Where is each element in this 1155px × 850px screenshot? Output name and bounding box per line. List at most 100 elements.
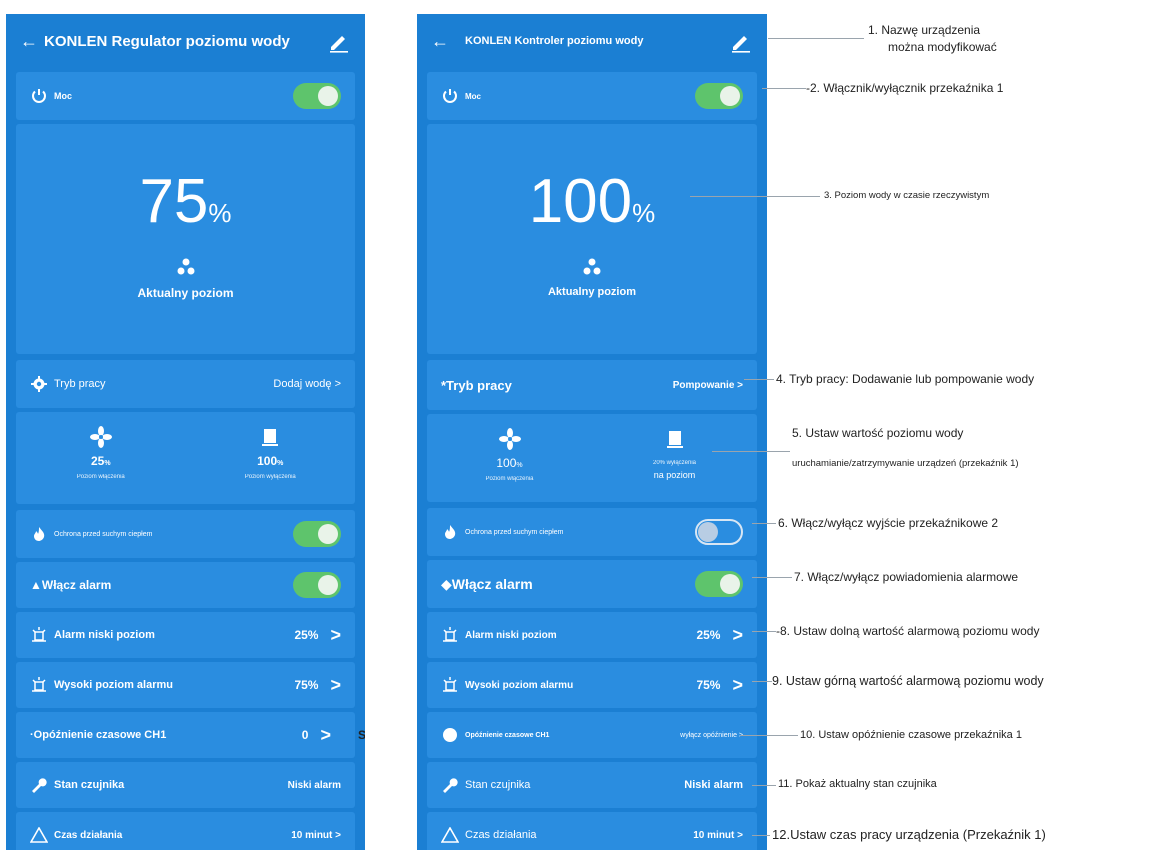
mode-row[interactable]: Tryb pracy Dodaj wodę > [16,360,355,408]
power-icon [30,87,48,105]
runtime-value[interactable]: 10 minut > [291,830,341,841]
setpoint-panel: 25% Poziom włączenia 100% Poziom wyłącze… [16,412,355,504]
right-phone-screen: ← KONLEN Kontroler poziomu wody Moc 100%… [417,14,767,850]
low-alarm-value: 25% [696,628,721,642]
runtime-value[interactable]: 10 minut > [693,830,743,841]
device-title: KONLEN Kontroler poziomu wody [465,35,644,47]
start-sub: Poziom włączenia [76,474,125,480]
current-level-label: Aktualny poziom [137,286,234,300]
tank-icon [262,429,279,446]
delay-unit: S [358,728,365,742]
delay-row[interactable]: ·Opóźnienie czasowe CH1 0 > [16,712,355,758]
chevron-right-icon: > [320,724,331,745]
alarm-bell-icon [30,626,48,644]
mode-value[interactable]: Pompowanie > [673,380,743,391]
leader-line-7 [752,577,792,578]
tank-icon [666,431,683,448]
power-toggle[interactable] [293,83,341,109]
back-arrow-icon[interactable]: ← [20,31,38,52]
fan-icon [498,428,521,450]
level-panel: 100% Aktualny poziom [427,124,757,354]
left-phone-screen: ← KONLEN Regulator poziomu wody Moc 75% … [6,14,365,850]
low-alarm-row[interactable]: Alarm niski poziom 25% > [16,612,355,658]
dry-protection-toggle[interactable] [293,521,341,547]
start-level[interactable]: 100% Poziom włączenia [427,414,592,502]
runtime-label: Czas działania [54,829,123,841]
start-level[interactable]: 25% Poziom włączenia [16,412,186,504]
start-value: 25 [90,454,105,468]
alarm-bell-icon [441,676,459,694]
dry-protection-toggle[interactable] [695,519,743,545]
edit-pencil-icon[interactable] [729,29,753,53]
annotation-11: 11. Pokaż aktualny stan czujnika [778,778,937,790]
water-drops-icon [16,256,355,283]
alarm-row: ▲Włącz alarm [16,562,355,608]
runtime-label: Czas działania [465,829,537,841]
leader-line-10 [740,735,798,736]
mode-value[interactable]: Dodaj wodę > [273,378,341,390]
leader-line-6 [752,523,776,524]
sensor-value: Niski alarm [684,779,743,791]
warning-triangle-icon [441,826,459,844]
stop-level[interactable]: 20% wyłączenia na poziom [592,414,757,502]
top-bar: ← KONLEN Regulator poziomu wody [6,14,365,68]
mode-label: Tryb pracy [54,378,106,390]
power-row: Moc [427,72,757,120]
current-level: 75% [139,167,232,236]
dry-protection-label: Ochrona przed suchym ciepłem [54,530,153,538]
annotation-10: 10. Ustaw opóźnienie czasowe przekaźnika… [800,729,1022,741]
high-alarm-label: Wysoki poziom alarmu [54,679,173,691]
alarm-toggle[interactable] [695,571,743,597]
alarm-label: ◆Włącz alarm [441,575,533,592]
delay-row[interactable]: Opóźnienie czasowe CH1 wyłącz opóźnienie… [427,712,757,758]
edit-pencil-icon[interactable] [327,29,351,53]
annotation-1-line2: można modyfikować [888,40,997,54]
wrench-icon [441,776,459,794]
high-alarm-row[interactable]: Wysoki poziom alarmu 75% > [16,662,355,708]
sensor-row: Stan czujnika Niski alarm [427,762,757,808]
delay-label: ·Opóźnienie czasowe CH1 [30,729,167,741]
annotation-4: 4. Tryb pracy: Dodawanie lub pompowanie … [776,372,1035,386]
annotation-6: 6. Włącz/wyłącz wyjście przekaźnikowe 2 [778,516,999,530]
annotation-5-line1: 5. Ustaw wartość poziomu wody [792,426,964,440]
start-sub: Poziom włączenia [485,476,534,482]
leader-line-9 [752,681,772,682]
low-alarm-label: Alarm niski poziom [465,629,557,641]
high-alarm-value: 75% [696,678,721,692]
annotation-8: -8. Ustaw dolną wartość alarmową poziomu… [776,624,1040,638]
mode-label: *Tryb pracy [441,377,512,393]
alarm-bell-icon [441,626,459,644]
mode-row[interactable]: *Tryb pracy Pompowanie > [427,360,757,410]
dry-protection-row: Ochrona przed suchym ciepłem [16,510,355,558]
high-alarm-row[interactable]: Wysoki poziom alarmu 75% > [427,662,757,708]
delay-value: 0 [301,728,309,742]
power-toggle[interactable] [695,83,743,109]
power-label: Moc [465,91,481,101]
device-title: KONLEN Regulator poziomu wody [44,32,290,50]
back-arrow-icon[interactable]: ← [431,31,449,52]
power-row: Moc [16,72,355,120]
setpoint-panel: 100% Poziom włączenia 20% wyłączenia na … [427,414,757,502]
annotation-9: 9. Ustaw górną wartość alarmową poziomu … [772,674,1044,688]
wrench-icon [30,776,48,794]
chevron-right-icon: > [732,624,743,645]
low-alarm-row[interactable]: Alarm niski poziom 25% > [427,612,757,658]
chevron-right-icon: > [330,674,341,695]
power-icon [441,87,459,105]
alarm-row: ◆Włącz alarm [427,560,757,608]
current-level: 100% [528,167,656,236]
stop-level[interactable]: 100% Poziom wyłączenia [186,412,356,504]
delay-value[interactable]: wyłącz opóźnienie > [680,732,743,739]
alarm-toggle[interactable] [293,572,341,598]
chevron-right-icon: > [330,624,341,645]
leader-line-3 [690,196,820,197]
annotation-1-line1: 1. Nazwę urządzenia [868,23,981,37]
leader-line-4 [744,379,774,380]
runtime-row[interactable]: Czas działania 10 minut > [16,812,355,850]
top-bar: ← KONLEN Kontroler poziomu wody [417,14,767,68]
sensor-label: Stan czujnika [465,779,531,791]
runtime-row[interactable]: Czas działania 10 minut > [427,812,757,850]
low-alarm-label: Alarm niski poziom [54,629,155,641]
leader-line-5 [712,451,790,452]
annotation-12: 12.Ustaw czas pracy urządzenia (Przekaźn… [772,827,1046,842]
